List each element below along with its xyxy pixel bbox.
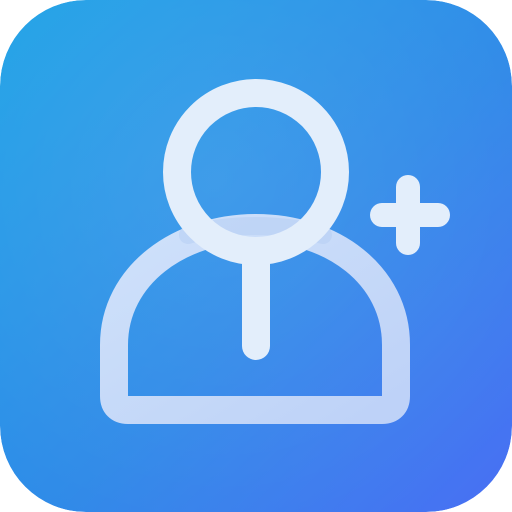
add-user-app-icon[interactable] <box>0 0 512 512</box>
app-icon-graphic <box>0 0 512 512</box>
app-icon-canvas <box>0 0 512 512</box>
